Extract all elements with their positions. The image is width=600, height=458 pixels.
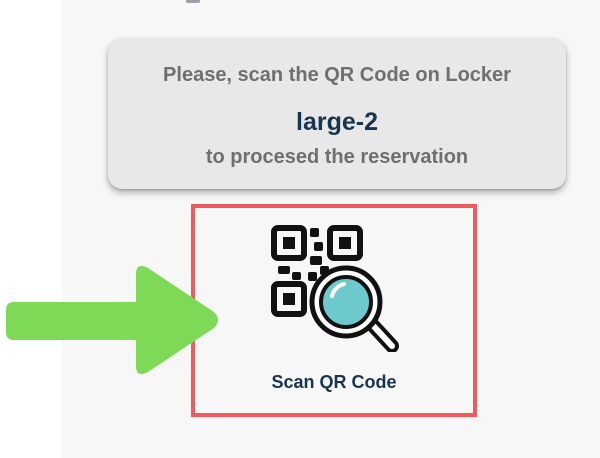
locker-name: large-2 <box>296 108 378 136</box>
qr-code-magnifier-icon <box>271 225 399 352</box>
top-edge-tick <box>186 0 200 3</box>
scan-button-label: Scan QR Code <box>271 372 397 392</box>
instruction-subtext: to procesed the reservation <box>205 146 469 168</box>
scan-qr-code-button[interactable]: Scan QR Code <box>191 204 477 417</box>
instruction-card: Please, scan the QR Code on Locker large… <box>108 38 566 189</box>
green-arrow-right-icon <box>6 266 218 374</box>
instruction-text: Please, scan the QR Code on Locker <box>163 64 511 86</box>
